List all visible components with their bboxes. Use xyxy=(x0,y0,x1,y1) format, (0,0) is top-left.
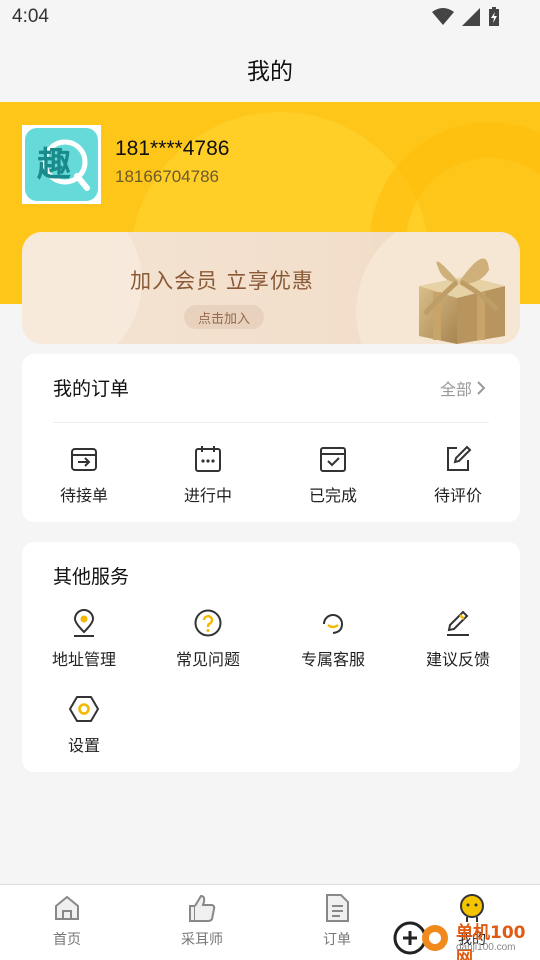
tab-orders[interactable]: 订单 xyxy=(282,893,392,949)
settings-hexagon-icon xyxy=(69,696,99,722)
page-title: 我的 xyxy=(247,59,293,85)
signal-icon xyxy=(462,8,480,26)
order-to-review-label: 待评价 xyxy=(433,486,482,505)
service-customer-service-label: 专属客服 xyxy=(300,650,365,669)
order-pending-label: 待接单 xyxy=(59,486,108,505)
avatar-glyph: 趣 xyxy=(37,145,71,185)
question-icon xyxy=(194,609,222,637)
user-id: 18166704786 xyxy=(115,167,220,186)
orders-card: 我的订单 全部 待接单 进行中 已完成 待评价 xyxy=(22,354,520,522)
calendar-icon xyxy=(195,446,221,472)
thumbs-up-icon xyxy=(189,894,216,922)
order-in-progress-button[interactable]: 进行中 xyxy=(146,444,270,506)
vip-title: 加入会员 立享优惠 xyxy=(130,269,314,293)
service-settings-label: 设置 xyxy=(67,736,100,755)
status-bar: 4:04 xyxy=(0,0,540,36)
tab-ear-picker-label: 采耳师 xyxy=(181,932,223,948)
completed-icon xyxy=(320,447,346,472)
status-time: 4:04 xyxy=(12,6,49,27)
tab-orders-label: 订单 xyxy=(323,932,351,948)
title-bar: 我的 xyxy=(0,36,540,102)
watermark-brand: 单机100网 xyxy=(456,923,526,960)
orders-title: 我的订单 xyxy=(53,378,130,400)
vip-join-button[interactable]: 点击加入 xyxy=(184,305,264,329)
site-watermark: 单机100网 danji100.com xyxy=(390,912,540,960)
services-title: 其他服务 xyxy=(53,566,130,588)
service-settings-button[interactable]: 设置 xyxy=(22,694,146,756)
service-address-button[interactable]: 地址管理 xyxy=(22,608,146,670)
chevron-right-icon xyxy=(477,381,486,395)
location-icon xyxy=(73,609,95,637)
watermark-logo-icon xyxy=(393,921,448,955)
document-icon xyxy=(326,894,349,922)
avatar[interactable]: 趣 xyxy=(22,125,101,204)
app-logo-icon: 趣 xyxy=(25,128,98,201)
edit-icon xyxy=(447,445,472,471)
service-feedback-label: 建议反馈 xyxy=(425,650,490,669)
service-feedback-button[interactable]: 建议反馈 xyxy=(396,608,520,670)
home-icon xyxy=(55,895,79,920)
tab-ear-picker[interactable]: 采耳师 xyxy=(147,893,257,949)
watermark-url: danji100.com xyxy=(456,942,516,953)
service-address-label: 地址管理 xyxy=(51,650,116,669)
battery-icon xyxy=(489,7,499,26)
pending-order-icon xyxy=(71,448,97,471)
orders-all-label: 全部 xyxy=(439,380,472,399)
orders-divider xyxy=(53,422,489,423)
status-icons xyxy=(432,7,500,27)
service-faq-label: 常见问题 xyxy=(175,650,240,669)
wifi-icon xyxy=(432,8,454,25)
order-pending-button[interactable]: 待接单 xyxy=(22,444,146,506)
gift-box-icon xyxy=(419,258,505,344)
order-completed-button[interactable]: 已完成 xyxy=(271,444,395,506)
user-phone: 181****4786 xyxy=(115,137,230,160)
order-in-progress-label: 进行中 xyxy=(183,486,232,505)
service-customer-service-button[interactable]: 专属客服 xyxy=(271,608,395,670)
customer-service-icon xyxy=(323,614,343,634)
tab-home[interactable]: 首页 xyxy=(12,893,122,949)
vip-banner[interactable]: 加入会员 立享优惠 点击加入 xyxy=(22,232,520,344)
service-faq-button[interactable]: 常见问题 xyxy=(146,608,270,670)
order-to-review-button[interactable]: 待评价 xyxy=(396,444,520,506)
tab-home-label: 首页 xyxy=(53,932,81,948)
order-completed-label: 已完成 xyxy=(308,486,357,505)
orders-all-link[interactable]: 全部 xyxy=(440,376,486,400)
feedback-pen-icon xyxy=(447,610,469,636)
services-card: 其他服务 地址管理 常见问题 专属客服 建议反馈 设置 xyxy=(22,542,520,772)
